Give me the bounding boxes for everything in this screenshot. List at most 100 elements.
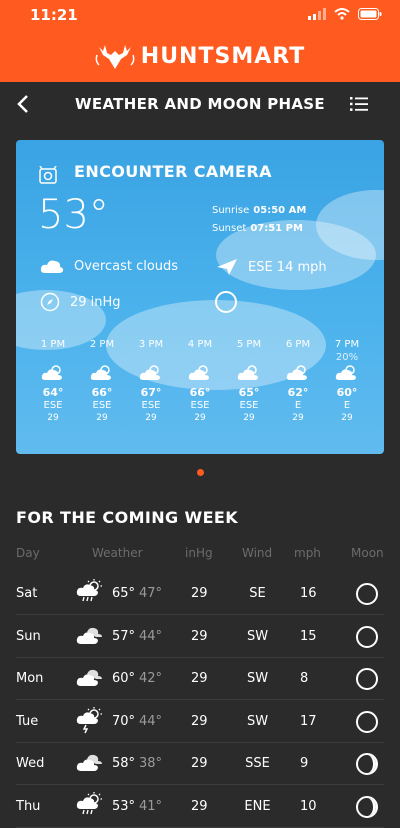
- hour-label: 6 PM: [285, 339, 311, 350]
- day-label: Sun: [16, 628, 41, 644]
- hourly-item: 1 PM 64° ESE 29: [30, 338, 76, 425]
- header-day: Day: [16, 546, 40, 560]
- brand-logo: HUNTSMART: [95, 41, 305, 71]
- status-time: 11:21: [30, 6, 78, 24]
- hour-pressure: 29: [96, 413, 108, 423]
- condition: Overcast clouds: [40, 258, 178, 274]
- sun-rain-cloud-icon: [76, 579, 102, 602]
- camera-icon: [39, 166, 57, 184]
- wind-speed: 17: [300, 713, 317, 729]
- high-temp: 60°: [112, 671, 136, 686]
- hour-pressure: 29: [341, 413, 353, 423]
- high-temp: 53°: [112, 798, 136, 814]
- partly-cloudy-icon: [188, 365, 209, 380]
- pressure-value: 29: [191, 756, 208, 771]
- back-arrow-icon[interactable]: [12, 92, 36, 116]
- partly-cloudy-icon: [335, 365, 356, 380]
- hourly-item: 4 PM 66° ESE 29: [177, 338, 223, 425]
- cloudy-icon: [76, 627, 102, 644]
- day-label: Tue: [16, 713, 39, 729]
- moon-phase-icon: [215, 291, 237, 313]
- cloudy-icon: [76, 669, 102, 686]
- wind-direction: SE: [249, 586, 266, 601]
- week-row[interactable]: Wed 58° 38° 29 SSE 9: [0, 743, 400, 785]
- low-temp: 44°: [139, 628, 163, 644]
- camera-name: ENCOUNTER CAMERA: [74, 162, 272, 181]
- sunrise-label: Sunrise: [212, 205, 250, 216]
- hour-precip: 20%: [335, 352, 359, 363]
- cloud-icon: [40, 260, 64, 273]
- hourly-item: 5 PM 65° ESE 29: [226, 338, 272, 425]
- wind-text: ESE 14 mph: [248, 259, 327, 275]
- current-temperature: 53°: [38, 192, 109, 238]
- hourly-item: 2 PM 66° ESE 29: [79, 338, 125, 425]
- hourly-forecast: 1 PM 64° ESE 29 2 PM 66° ESE 29 3 PM 67°…: [30, 338, 370, 425]
- high-temp: 57°: [112, 628, 136, 644]
- hour-wind-dir: ESE: [92, 400, 112, 411]
- moon-phase-crescent-icon: [356, 753, 378, 775]
- sunrise-value: 05:50 AM: [253, 205, 307, 216]
- wind-direction: ENE: [244, 798, 271, 814]
- low-temp: 47°: [139, 586, 163, 601]
- wind-speed: 16: [300, 586, 317, 601]
- hour-wind-dir: ESE: [190, 400, 210, 411]
- current-weather-card[interactable]: ENCOUNTER CAMERA 53° Sunrise 05:50 AM Sun…: [16, 140, 384, 454]
- brand-header: HUNTSMART: [0, 30, 400, 82]
- deer-logo-icon: [95, 45, 135, 69]
- hour-temp: 64°: [42, 386, 64, 399]
- battery-icon: [358, 8, 382, 20]
- pressure-text: 29 inHg: [70, 294, 121, 310]
- moon-phase-new-icon: [356, 583, 378, 605]
- hour-pressure: 29: [243, 413, 255, 423]
- cloudy-icon: [76, 754, 102, 771]
- week-row[interactable]: Thu 53° 41° 29 ENE 10: [0, 786, 400, 828]
- hour-label: 1 PM: [40, 339, 66, 350]
- week-row[interactable]: Sun 57° 44° 29 SW 15: [0, 616, 400, 658]
- compass-icon: [40, 292, 60, 312]
- week-title: FOR THE COMING WEEK: [16, 508, 239, 527]
- hour-wind-dir: ESE: [239, 400, 259, 411]
- list-menu-icon[interactable]: [350, 96, 368, 112]
- hour-pressure: 29: [292, 413, 304, 423]
- hour-header: 6 PM: [275, 338, 321, 364]
- wind-speed: 8: [300, 671, 309, 686]
- week-row[interactable]: Sat 65° 47° 29 SE 16: [0, 573, 400, 615]
- day-label: Sat: [16, 586, 38, 601]
- hour-label: 5 PM: [236, 339, 262, 350]
- moon-phase-new-icon: [356, 668, 378, 690]
- wind-speed: 15: [300, 628, 317, 644]
- hour-temp: 66°: [91, 386, 113, 399]
- hour-header: 1 PM: [30, 338, 76, 364]
- header-inhg: inHg: [185, 546, 213, 560]
- partly-cloudy-icon: [286, 365, 307, 380]
- header-mph: mph: [294, 546, 321, 560]
- status-bar: 11:21: [0, 0, 400, 30]
- hour-pressure: 29: [47, 413, 59, 423]
- partly-cloudy-icon: [139, 365, 160, 380]
- page-indicator-dot[interactable]: [197, 469, 204, 476]
- hour-temp: 67°: [140, 386, 162, 399]
- wind-direction: SSE: [245, 756, 270, 771]
- hourly-item: 3 PM 67° ESE 29: [128, 338, 174, 425]
- sun-storm-cloud-icon: [76, 706, 102, 733]
- high-temp: 65°: [112, 586, 136, 601]
- wind-direction: SW: [246, 713, 269, 729]
- condition-text: Overcast clouds: [74, 258, 179, 274]
- nav-bar: WEATHER AND MOON PHASE: [0, 82, 400, 126]
- week-row[interactable]: Tue 70° 44° 29 SW 17: [0, 701, 400, 743]
- wind: ESE 14 mph: [216, 258, 327, 276]
- hourly-item: 6 PM 62° E 29: [275, 338, 321, 425]
- hour-pressure: 29: [194, 413, 206, 423]
- high-temp: 58°: [112, 756, 136, 771]
- hour-header: 7 PM 20%: [324, 338, 370, 364]
- hourly-item: 7 PM 20% 60° E 29: [324, 338, 370, 425]
- pressure-value: 29: [191, 586, 208, 601]
- day-label: Wed: [16, 756, 45, 771]
- pressure-value: 29: [191, 671, 208, 686]
- hour-temp: 62°: [287, 386, 309, 399]
- high-temp: 70°: [112, 713, 136, 729]
- moon-phase-new-icon: [356, 710, 378, 733]
- week-row[interactable]: Mon 60° 42° 29 SW 8: [0, 658, 400, 700]
- hour-wind-dir: E: [343, 400, 351, 411]
- hour-label: 7 PM: [334, 339, 360, 350]
